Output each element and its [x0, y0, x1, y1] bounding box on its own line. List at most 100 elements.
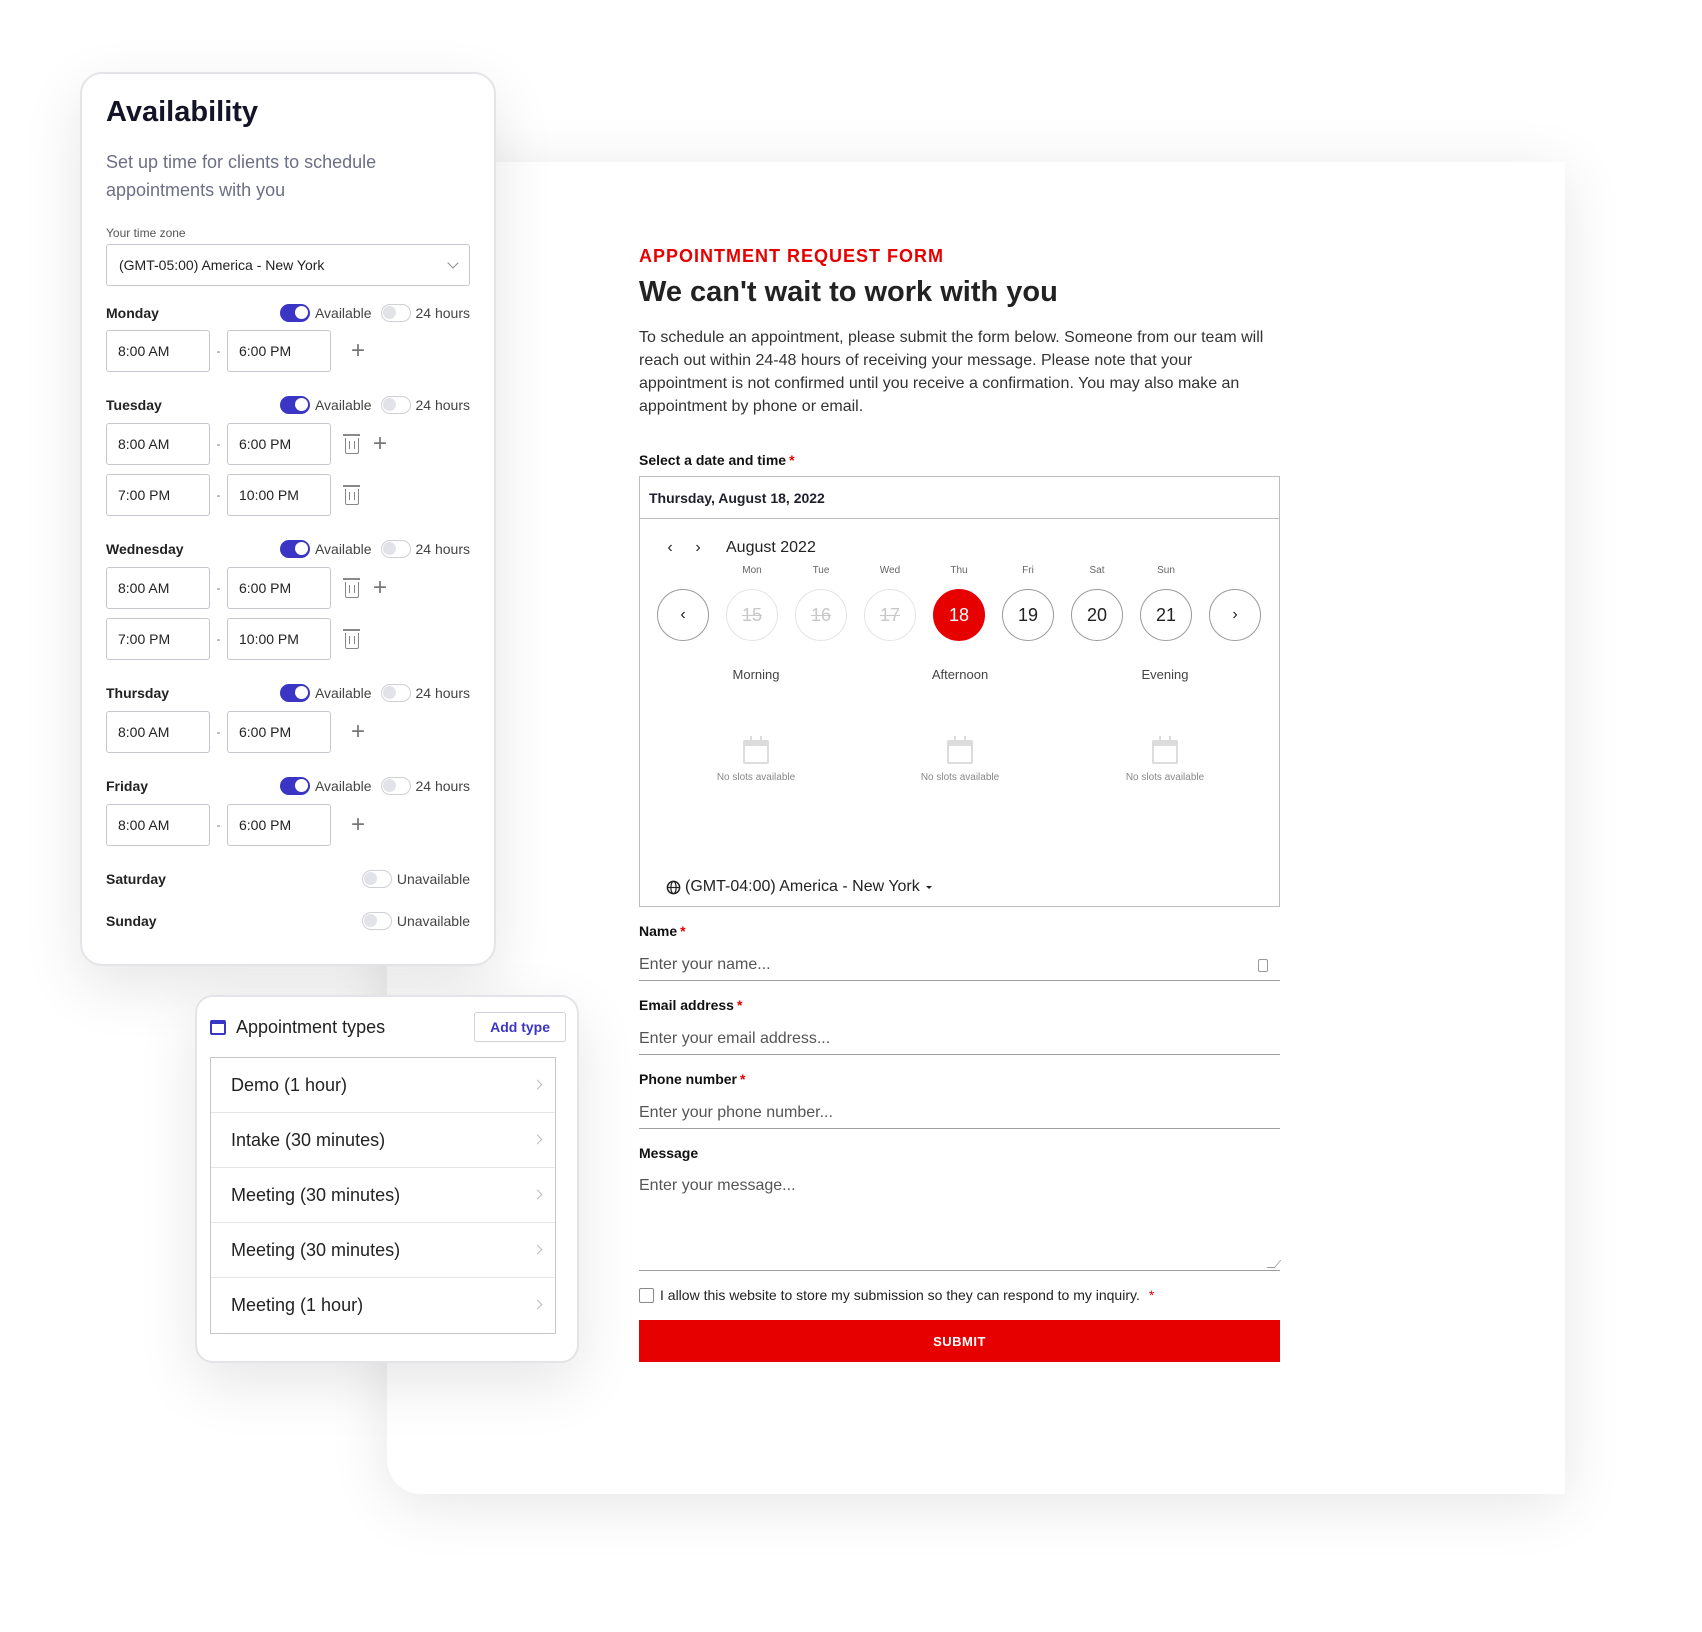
- name-input[interactable]: [639, 949, 1280, 980]
- next-week-button[interactable]: ›: [1209, 557, 1261, 641]
- consent-checkbox[interactable]: [639, 1287, 654, 1303]
- time-range-row: 8:00 AM - 6:00 PM +: [106, 804, 371, 846]
- prev-week-button[interactable]: ‹: [657, 557, 709, 641]
- available-toggle[interactable]: Available: [279, 540, 372, 558]
- next-month-icon[interactable]: ›: [690, 539, 706, 557]
- selected-date[interactable]: Thursday, August 18, 2022: [640, 477, 1279, 519]
- caret-down-icon: [925, 886, 932, 889]
- toggle-switch[interactable]: [279, 396, 310, 414]
- start-time-input[interactable]: 8:00 AM: [106, 423, 210, 465]
- start-time-input[interactable]: 8:00 AM: [106, 567, 210, 609]
- start-time-input[interactable]: 8:00 AM: [106, 804, 210, 846]
- end-time-input[interactable]: 6:00 PM: [227, 711, 331, 753]
- end-time-input[interactable]: 6:00 PM: [227, 567, 331, 609]
- trash-icon[interactable]: [343, 577, 360, 598]
- 24-hours-toggle[interactable]: 24 hours: [380, 540, 470, 558]
- start-time-input[interactable]: 8:00 AM: [106, 711, 210, 753]
- available-toggle[interactable]: Available: [279, 396, 372, 414]
- message-label: Message: [639, 1145, 699, 1161]
- available-toggle[interactable]: Available: [279, 684, 372, 702]
- appointment-types-title: Appointment types: [236, 1016, 386, 1037]
- toggle-switch[interactable]: [279, 540, 310, 558]
- day-button-19[interactable]: 19: [1002, 589, 1054, 641]
- plus-icon[interactable]: +: [345, 811, 371, 838]
- end-time-input[interactable]: 10:00 PM: [227, 474, 331, 516]
- timezone-select[interactable]: (GMT-05:00) America - New York: [106, 244, 470, 286]
- end-time-input[interactable]: 6:00 PM: [227, 330, 331, 372]
- timezone-selector[interactable]: (GMT-04:00) America - New York: [666, 878, 934, 896]
- 24-hours-toggle[interactable]: 24 hours: [380, 684, 470, 702]
- day-name: Tuesday: [106, 397, 162, 413]
- day-button-20[interactable]: 20: [1071, 589, 1123, 641]
- 24-hours-toggle[interactable]: 24 hours: [380, 304, 470, 322]
- toggle-switch[interactable]: [380, 684, 411, 702]
- add-type-button[interactable]: Add type: [474, 1012, 566, 1042]
- toggle-switch[interactable]: [361, 870, 392, 888]
- end-time-input[interactable]: 6:00 PM: [227, 423, 331, 465]
- appointment-types-header: Appointment types Add type: [210, 1011, 566, 1043]
- toggle-switch[interactable]: [361, 912, 392, 930]
- toggle-switch[interactable]: [380, 540, 411, 558]
- no-slots-text: No slots available: [716, 772, 796, 783]
- day-column-tue[interactable]: Tue 16: [795, 557, 847, 641]
- email-input[interactable]: [639, 1023, 1280, 1054]
- available-toggle[interactable]: Available: [279, 777, 372, 795]
- trash-icon[interactable]: [343, 484, 360, 505]
- list-item[interactable]: Meeting (1 hour): [211, 1278, 555, 1333]
- phone-input[interactable]: [639, 1097, 1280, 1128]
- toggle-switch[interactable]: [279, 304, 310, 322]
- trash-icon[interactable]: [343, 433, 360, 454]
- end-time-input[interactable]: 6:00 PM: [227, 804, 331, 846]
- prev-month-icon[interactable]: ‹: [662, 539, 678, 557]
- day-button-15[interactable]: 15: [726, 589, 778, 641]
- list-item[interactable]: Meeting (30 minutes): [211, 1168, 555, 1223]
- day-column-thu[interactable]: Thu 18: [933, 557, 985, 641]
- slots-morning: No slots available: [656, 702, 856, 783]
- submit-button[interactable]: SUBMIT: [639, 1320, 1280, 1362]
- calendar-icon: [1152, 736, 1178, 764]
- chevron-right-icon[interactable]: ›: [1209, 589, 1261, 641]
- day-column-sun[interactable]: Sun 21: [1140, 557, 1192, 641]
- 24-hours-toggle[interactable]: 24 hours: [380, 777, 470, 795]
- start-time-input[interactable]: 8:00 AM: [106, 330, 210, 372]
- plus-icon[interactable]: +: [367, 574, 393, 601]
- date-time-picker: Thursday, August 18, 2022 ‹ › August 202…: [639, 476, 1280, 907]
- toggle-switch[interactable]: [279, 684, 310, 702]
- list-item[interactable]: Intake (30 minutes): [211, 1113, 555, 1168]
- availability-subtitle: Set up time for clients to schedule appo…: [106, 152, 377, 200]
- trash-icon[interactable]: [343, 628, 360, 649]
- end-time-input[interactable]: 10:00 PM: [227, 618, 331, 660]
- day-column-fri[interactable]: Fri 19: [1002, 557, 1054, 641]
- plus-icon[interactable]: +: [345, 718, 371, 745]
- time-range-row: 7:00 PM - 10:00 PM: [106, 618, 360, 660]
- day-column-sat[interactable]: Sat 20: [1071, 557, 1123, 641]
- day-button-21[interactable]: 21: [1140, 589, 1192, 641]
- message-input[interactable]: [639, 1171, 1280, 1270]
- consent-row: I allow this website to store my submiss…: [639, 1287, 1280, 1303]
- unavailable-toggle[interactable]: Unavailable: [361, 870, 470, 888]
- available-toggle[interactable]: Available: [279, 304, 372, 322]
- chevron-left-icon[interactable]: ‹: [657, 589, 709, 641]
- list-item[interactable]: Demo (1 hour): [211, 1058, 555, 1113]
- toggle-switch[interactable]: [380, 777, 411, 795]
- day-column-mon[interactable]: Mon 15: [726, 557, 778, 641]
- form-intro: To schedule an appointment, please submi…: [639, 329, 1264, 415]
- slots-evening: No slots available: [1065, 702, 1265, 783]
- 24-hours-toggle[interactable]: 24 hours: [380, 396, 470, 414]
- day-name: Wed: [879, 565, 901, 576]
- day-button-18[interactable]: 18: [933, 589, 985, 641]
- month-label: August 2022: [726, 539, 816, 556]
- name-label: Name *: [639, 923, 686, 939]
- start-time-input[interactable]: 7:00 PM: [106, 618, 210, 660]
- plus-icon[interactable]: +: [345, 337, 371, 364]
- day-button-17[interactable]: 17: [864, 589, 916, 641]
- plus-icon[interactable]: +: [367, 430, 393, 457]
- toggle-switch[interactable]: [380, 396, 411, 414]
- day-button-16[interactable]: 16: [795, 589, 847, 641]
- toggle-switch[interactable]: [279, 777, 310, 795]
- day-column-wed[interactable]: Wed 17: [864, 557, 916, 641]
- unavailable-toggle[interactable]: Unavailable: [361, 912, 470, 930]
- list-item[interactable]: Meeting (30 minutes): [211, 1223, 555, 1278]
- toggle-switch[interactable]: [380, 304, 411, 322]
- start-time-input[interactable]: 7:00 PM: [106, 474, 210, 516]
